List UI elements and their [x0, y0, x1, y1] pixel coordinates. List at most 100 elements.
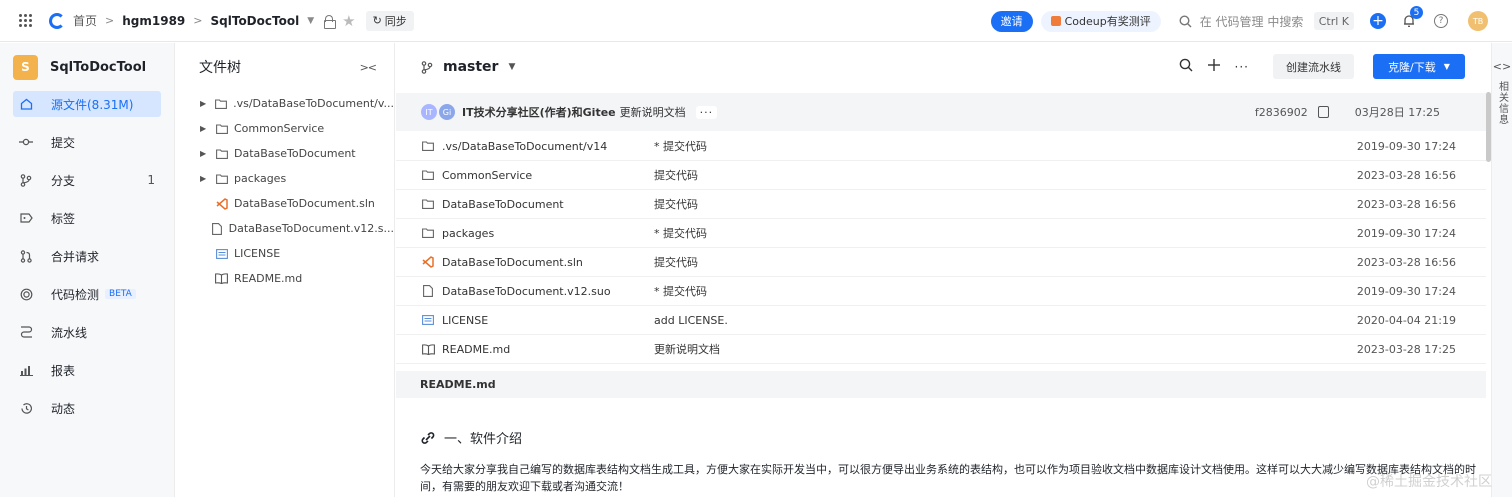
global-search[interactable]: 在 代码管理 中搜索 — [1179, 13, 1314, 30]
sidebar-item-pipelines[interactable]: 流水线 — [13, 319, 161, 345]
visual-studio-icon — [215, 197, 228, 210]
sidebar-item-label: 分支 — [51, 173, 76, 188]
commit-more-button[interactable]: ··· — [695, 105, 718, 119]
history-icon — [19, 401, 33, 415]
caret-right-icon[interactable]: ▶ — [200, 99, 208, 108]
table-row[interactable]: DataBaseToDocument 提交代码 2023-03-28 16:56 — [396, 190, 1486, 219]
file-name[interactable]: .vs/DataBaseToDocument/v14 — [442, 140, 654, 153]
commit-author[interactable]: IT技术分享社区(作者)和Gitee — [462, 104, 616, 120]
sidebar-item-reports[interactable]: 报表 — [13, 357, 161, 383]
file-tree-item-name: .vs/DataBaseToDocument/v... — [233, 97, 394, 110]
file-commit-message[interactable]: 提交代码 — [654, 196, 1054, 212]
file-tree-item[interactable]: DataBaseToDocument.sln — [176, 191, 394, 216]
notification-bell-icon[interactable]: 5 — [1402, 6, 1423, 28]
file-tree-item-name: DataBaseToDocument.sln — [234, 197, 375, 210]
chevron-right-icon: > — [105, 14, 115, 27]
file-tree-item[interactable]: LICENSE — [176, 241, 394, 266]
search-icon[interactable] — [1179, 58, 1193, 76]
book-icon — [215, 272, 228, 285]
create-plus-icon[interactable]: + — [1370, 13, 1386, 29]
shortcut-hint: Ctrl K — [1313, 12, 1354, 30]
link-icon[interactable] — [420, 431, 436, 445]
file-commit-message[interactable]: * 提交代码 — [654, 225, 1054, 241]
commit-message[interactable]: 更新说明文档 — [620, 104, 686, 120]
branch-count: 1 — [147, 173, 155, 187]
expand-panel-icon[interactable]: <> — [1493, 60, 1511, 73]
file-tree-item[interactable]: README.md — [176, 266, 394, 291]
file-date: 2023-03-28 16:56 — [1356, 255, 1456, 269]
codeup-survey-button[interactable]: Codeup有奖测评 — [1040, 10, 1161, 32]
table-row[interactable]: CommonService 提交代码 2023-03-28 16:56 — [396, 161, 1486, 190]
breadcrumb-repo[interactable]: SqlToDocTool — [211, 14, 300, 28]
file-name[interactable]: CommonService — [442, 169, 654, 182]
file-tree-item[interactable]: ▶ .vs/DataBaseToDocument/v... — [176, 91, 394, 116]
refresh-icon: ↻ — [372, 14, 382, 27]
branch-selector[interactable]: master — [443, 59, 498, 75]
more-icon[interactable]: ··· — [1235, 60, 1249, 74]
sidebar-item-code-scan[interactable]: 代码检测 BETA — [13, 281, 161, 307]
repo-header[interactable]: S SqlToDocTool — [0, 43, 174, 91]
file-date: 2019-09-30 17:24 — [1356, 226, 1456, 240]
file-name[interactable]: DataBaseToDocument — [442, 198, 654, 211]
table-row[interactable]: DataBaseToDocument.sln 提交代码 2023-03-28 1… — [396, 248, 1486, 277]
table-row[interactable]: .vs/DataBaseToDocument/v14 * 提交代码 2019-0… — [396, 132, 1486, 161]
file-name[interactable]: LICENSE — [442, 314, 654, 327]
breadcrumb-owner[interactable]: hgm1989 — [122, 14, 185, 28]
codeup-survey-label: Codeup有奖测评 — [1064, 15, 1151, 28]
repo-avatar: S — [13, 54, 38, 80]
file-commit-message[interactable]: * 提交代码 — [654, 283, 1054, 299]
chevron-down-icon[interactable]: ▼ — [508, 62, 515, 72]
star-icon[interactable]: ★ — [342, 12, 355, 30]
create-pipeline-button[interactable]: 创建流水线 — [1273, 54, 1354, 79]
file-tree-item[interactable]: ▶ packages — [176, 166, 394, 191]
file-name[interactable]: README.md — [442, 343, 654, 356]
invite-button[interactable]: 邀请 — [990, 10, 1033, 32]
commit-hash[interactable]: f2836902 — [1255, 106, 1308, 119]
codeup-logo-icon[interactable] — [49, 12, 65, 29]
file-commit-message[interactable]: 提交代码 — [654, 254, 1054, 270]
table-row[interactable]: DataBaseToDocument.v12.suo * 提交代码 2019-0… — [396, 277, 1486, 306]
file-name[interactable]: DataBaseToDocument.sln — [442, 256, 654, 269]
top-bar: 首页 > hgm1989 > SqlToDocTool ▼ ★ ↻ 同步 邀请 … — [0, 0, 1512, 42]
file-commit-message[interactable]: 更新说明文档 — [654, 341, 1054, 357]
scan-icon — [19, 287, 33, 301]
collapse-icon[interactable]: >< — [360, 61, 377, 74]
chevron-down-icon[interactable]: ▼ — [307, 16, 314, 26]
file-commit-message[interactable]: 提交代码 — [654, 167, 1054, 183]
file-name[interactable]: DataBaseToDocument.v12.suo — [442, 285, 654, 298]
caret-right-icon[interactable]: ▶ — [200, 174, 208, 183]
user-avatar[interactable]: TB — [1468, 11, 1488, 31]
help-icon[interactable]: ? — [1434, 14, 1448, 28]
sync-button[interactable]: ↻ 同步 — [365, 10, 414, 31]
sidebar-item-activity[interactable]: 动态 — [13, 395, 161, 421]
caret-right-icon[interactable]: ▶ — [200, 124, 208, 133]
clone-download-button[interactable]: 克隆/下载 ▼ — [1373, 54, 1465, 79]
breadcrumb-home[interactable]: 首页 — [73, 12, 97, 29]
file-name[interactable]: packages — [442, 227, 654, 240]
commit-icon — [19, 135, 33, 149]
file-commit-message[interactable]: add LICENSE. — [654, 314, 1054, 327]
related-info-panel[interactable]: <> 相关信息 — [1491, 43, 1512, 497]
sidebar-item-branches[interactable]: 分支 1 — [13, 167, 161, 193]
sidebar-item-merge-requests[interactable]: 合并请求 — [13, 243, 161, 269]
sidebar-item-source[interactable]: 源文件(8.31M) — [13, 91, 161, 117]
file-tree-item[interactable]: ▶ DataBaseToDocument — [176, 141, 394, 166]
gift-icon — [1050, 16, 1061, 26]
apps-grid-icon[interactable] — [19, 13, 33, 28]
copy-icon[interactable] — [1317, 106, 1329, 118]
caret-right-icon[interactable]: ▶ — [200, 149, 208, 158]
sidebar-item-label: 源文件(8.31M) — [51, 97, 134, 112]
sidebar-item-tags[interactable]: 标签 — [13, 205, 161, 231]
table-row[interactable]: README.md 更新说明文档 2023-03-28 17:25 — [396, 335, 1486, 364]
file-tree-item[interactable]: DataBaseToDocument.v12.s... — [176, 216, 394, 241]
sidebar-item-commits[interactable]: 提交 — [13, 129, 161, 155]
file-date: 2023-03-28 16:56 — [1356, 197, 1456, 211]
file-commit-message[interactable]: * 提交代码 — [654, 138, 1054, 154]
file-tree-item[interactable]: ▶ CommonService — [176, 116, 394, 141]
table-row[interactable]: LICENSE add LICENSE. 2020-04-04 21:19 — [396, 306, 1486, 335]
table-row[interactable]: packages * 提交代码 2019-09-30 17:24 — [396, 219, 1486, 248]
visual-studio-icon — [421, 255, 435, 269]
add-icon[interactable] — [1207, 58, 1221, 76]
sidebar-item-label: 报表 — [51, 363, 76, 378]
repo-sidebar: S SqlToDocTool 源文件(8.31M) 提交 分支 1 标签 合并请… — [0, 43, 175, 497]
